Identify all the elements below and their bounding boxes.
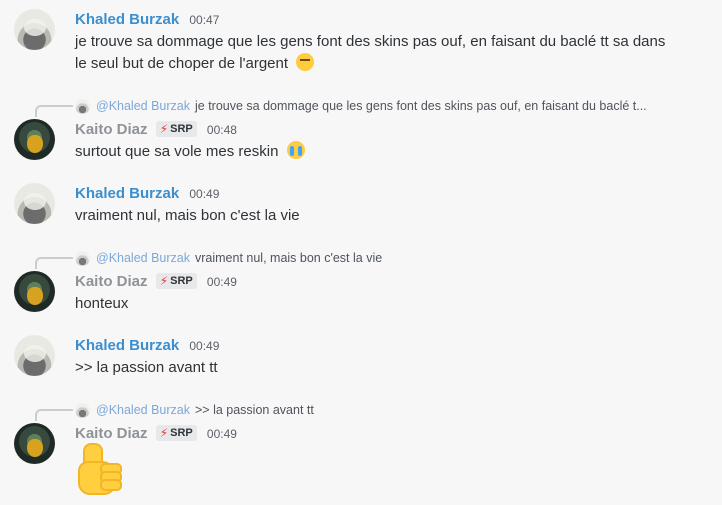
reply-text: je trouve sa dommage que les gens font d… (195, 99, 647, 113)
badge-label: SRP (170, 275, 193, 287)
avatar[interactable] (14, 271, 55, 312)
avatar[interactable] (14, 119, 55, 160)
avatar[interactable] (14, 423, 55, 464)
reply-preview[interactable]: @Khaled Burzak je trouve sa dommage que … (75, 97, 647, 115)
message-header: Kaito Diaz ⚡ SRP 00:49 (75, 425, 237, 442)
message-text-line: le seul but de choper de l'argent (75, 53, 665, 75)
message-header: Khaled Burzak 00:47 (75, 11, 219, 28)
message-text: vraiment nul, mais bon c'est la vie (75, 207, 300, 224)
timestamp: 00:49 (189, 187, 220, 201)
timestamp: 00:49 (206, 275, 237, 289)
reply-text: >> la passion avant tt (195, 403, 314, 417)
badge-label: SRP (170, 427, 193, 439)
lightning-icon: ⚡ (159, 274, 169, 288)
role-badge[interactable]: ⚡ SRP (155, 121, 197, 137)
reply-mention[interactable]: @Khaled Burzak (96, 251, 190, 265)
message-text: honteux (75, 295, 129, 312)
message-header: Khaled Burzak 00:49 (75, 337, 219, 354)
username[interactable]: Khaled Burzak (75, 185, 179, 202)
reply-connector (35, 105, 73, 117)
reply-avatar (75, 98, 90, 114)
role-badge[interactable]: ⚡ SRP (155, 425, 197, 441)
message-text-part: le seul but de choper de l'argent (75, 55, 289, 72)
reply-mention[interactable]: @Khaled Burzak (96, 99, 190, 113)
avatar[interactable] (14, 9, 55, 50)
avatar[interactable] (14, 335, 55, 376)
finger-shape (100, 479, 122, 491)
reply-connector (35, 409, 73, 421)
reply-mention[interactable]: @Khaled Burzak (96, 403, 190, 417)
username[interactable]: Khaled Burzak (75, 337, 179, 354)
message-header: Kaito Diaz ⚡ SRP 00:48 (75, 121, 237, 138)
timestamp: 00:47 (189, 13, 220, 27)
message-text-line: je trouve sa dommage que les gens font d… (75, 33, 666, 50)
reply-text: vraiment nul, mais bon c'est la vie (195, 251, 383, 265)
message-text: surtout que sa vole mes reskin (75, 141, 305, 163)
message-header: Kaito Diaz ⚡ SRP 00:49 (75, 273, 237, 290)
message-text: je trouve sa dommage que les gens font d… (75, 31, 665, 75)
thumbs-up-icon (75, 443, 123, 495)
username[interactable]: Kaito Diaz (75, 425, 148, 442)
loudly-crying-face-icon (286, 141, 305, 159)
pensive-face-icon (296, 53, 315, 71)
role-badge[interactable]: ⚡ SRP (155, 273, 197, 289)
badge-label: SRP (170, 123, 193, 135)
timestamp: 00:49 (189, 339, 220, 353)
reply-preview[interactable]: @Khaled Burzak >> la passion avant tt (75, 401, 314, 419)
reply-preview[interactable]: @Khaled Burzak vraiment nul, mais bon c'… (75, 249, 382, 267)
reply-avatar (75, 402, 90, 418)
reply-avatar (75, 250, 90, 266)
message-text: >> la passion avant tt (75, 359, 218, 376)
timestamp: 00:49 (206, 427, 237, 441)
message-text-part: surtout que sa vole mes reskin (75, 143, 279, 160)
username[interactable]: Khaled Burzak (75, 11, 179, 28)
lightning-icon: ⚡ (159, 122, 169, 136)
username[interactable]: Kaito Diaz (75, 273, 148, 290)
timestamp: 00:48 (206, 123, 237, 137)
reply-connector (35, 257, 73, 269)
message-header: Khaled Burzak 00:49 (75, 185, 219, 202)
lightning-icon: ⚡ (159, 426, 169, 440)
avatar[interactable] (14, 183, 55, 224)
username[interactable]: Kaito Diaz (75, 121, 148, 138)
